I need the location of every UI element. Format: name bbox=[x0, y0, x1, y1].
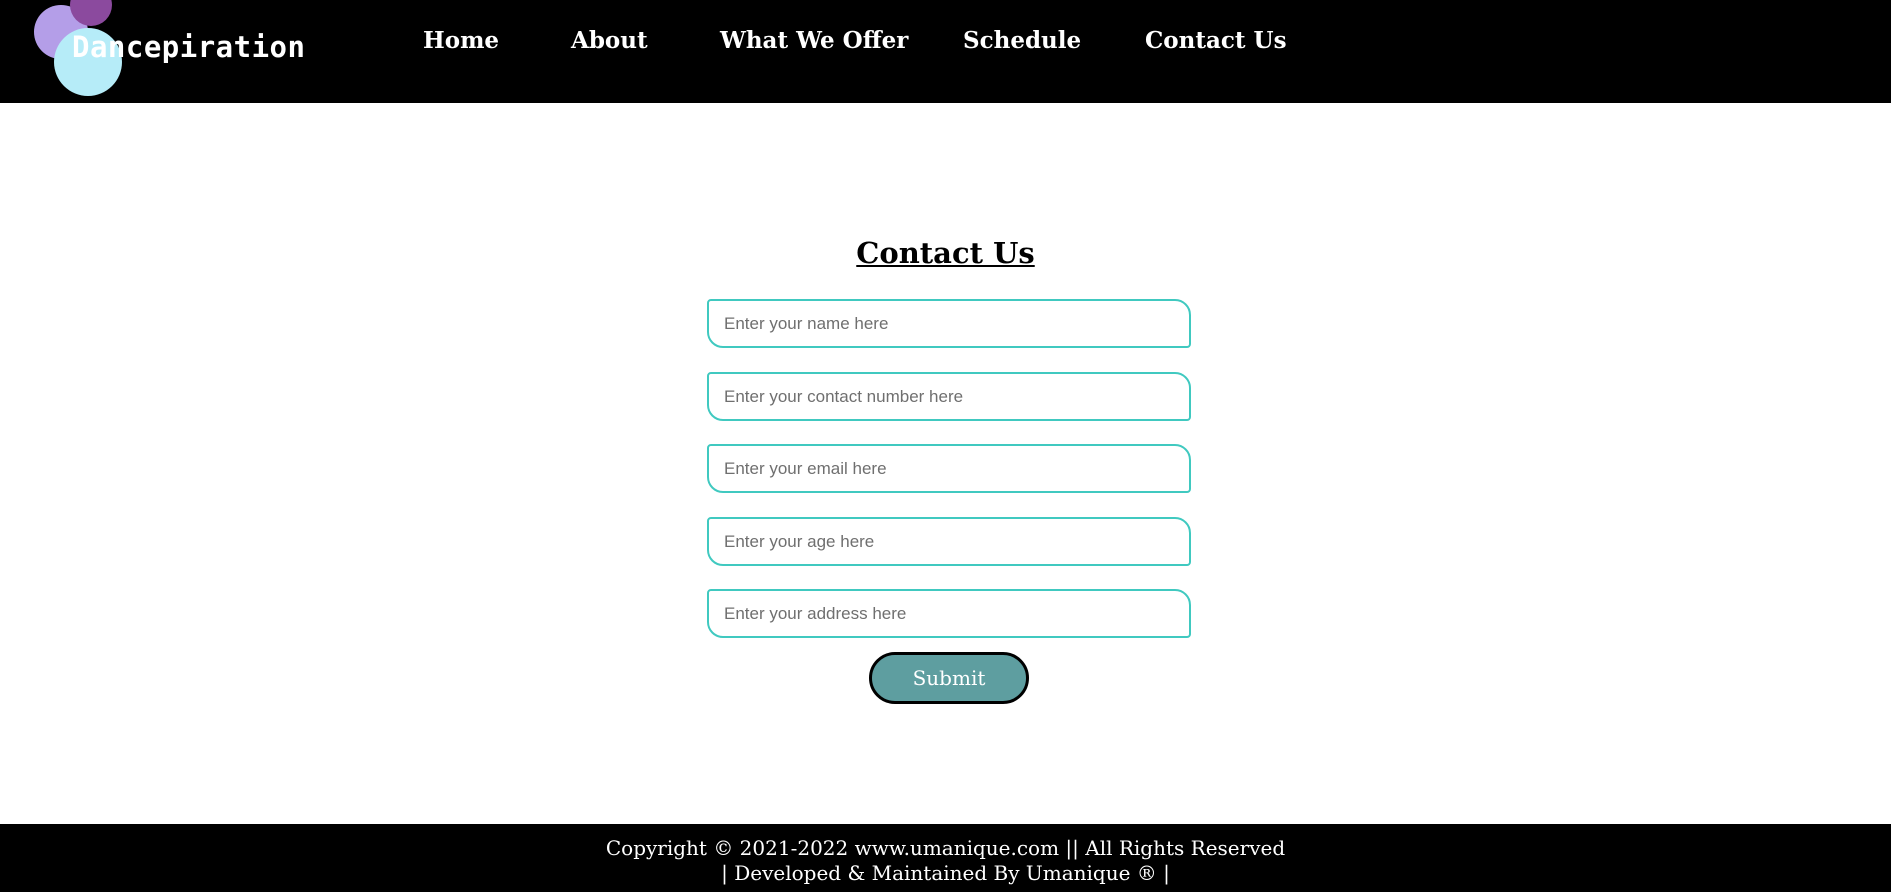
address-field[interactable] bbox=[707, 589, 1191, 638]
contact-number-field[interactable] bbox=[707, 372, 1191, 421]
age-field[interactable] bbox=[707, 517, 1191, 566]
site-footer: Copyright © 2021-2022 www.umanique.com |… bbox=[0, 824, 1891, 892]
name-field[interactable] bbox=[707, 299, 1191, 348]
site-header: Dancepiration Home About What We Offer S… bbox=[0, 0, 1891, 103]
nav-home-link[interactable]: Home bbox=[423, 27, 499, 54]
developer-credit-text: | Developed & Maintained By Umanique ® | bbox=[721, 861, 1170, 885]
submit-button[interactable]: Submit bbox=[869, 652, 1029, 704]
nav-schedule-link[interactable]: Schedule bbox=[963, 27, 1081, 54]
nav-what-we-offer-link[interactable]: What We Offer bbox=[720, 27, 908, 54]
nav-about-link[interactable]: About bbox=[571, 27, 648, 54]
nav-contact-us-link[interactable]: Contact Us bbox=[1145, 27, 1287, 54]
main-nav: Home About What We Offer Schedule Contac… bbox=[0, 0, 1891, 86]
email-field[interactable] bbox=[707, 444, 1191, 493]
copyright-text: Copyright © 2021-2022 www.umanique.com |… bbox=[605, 836, 1286, 860]
contact-title: Contact Us bbox=[856, 236, 1035, 270]
